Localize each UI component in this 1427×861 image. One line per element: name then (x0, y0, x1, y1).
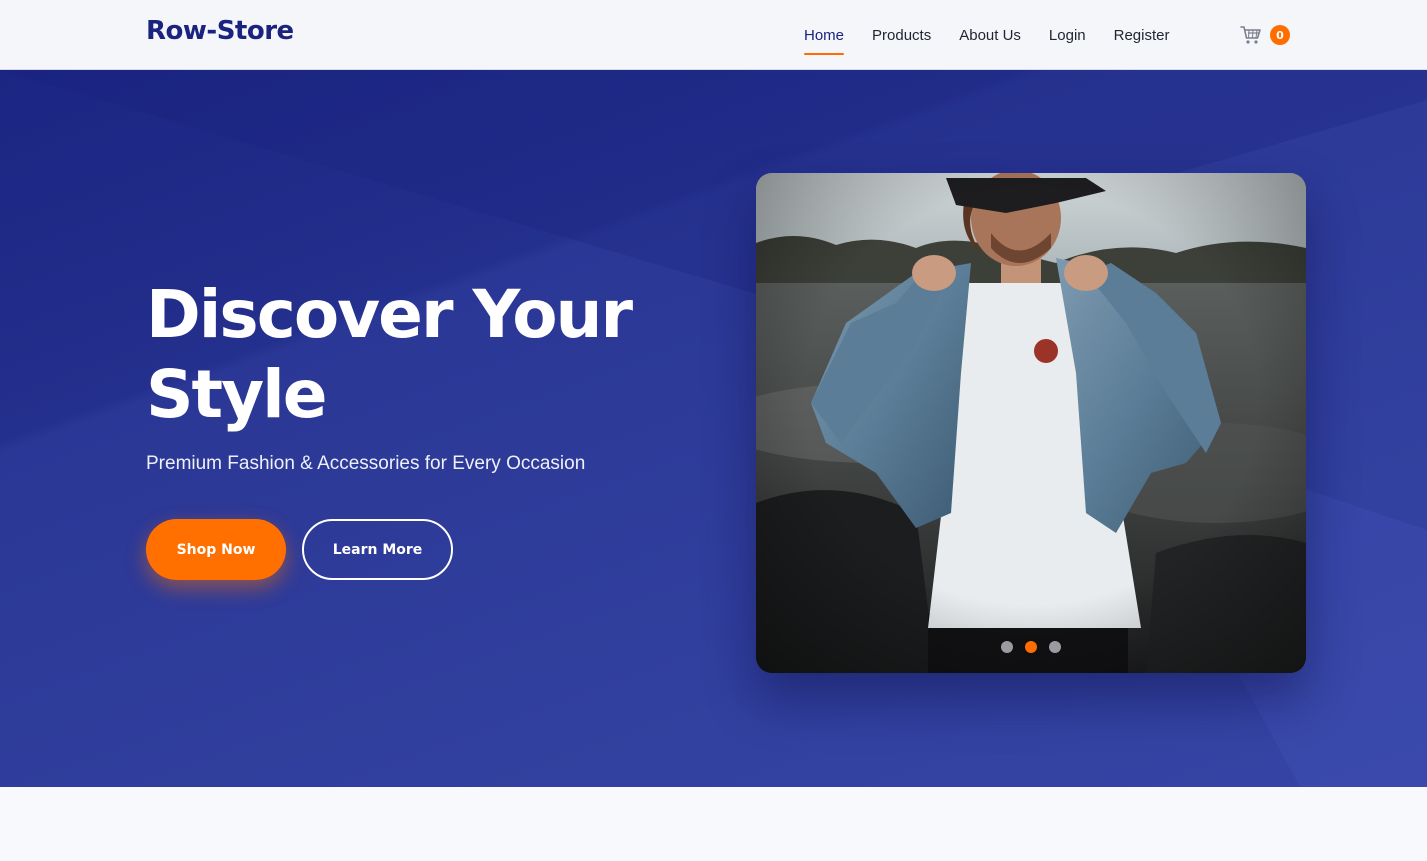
nav-link-register[interactable]: Register (1114, 21, 1170, 50)
carousel-indicators (756, 641, 1306, 653)
carousel-dot[interactable] (1001, 641, 1013, 653)
learn-more-button[interactable]: Learn More (302, 519, 453, 580)
nav-link-home[interactable]: Home (804, 21, 845, 55)
shop-now-button[interactable]: Shop Now (146, 519, 286, 580)
hero-title: Discover Your Style (146, 275, 706, 435)
cart-count-badge: 0 (1270, 25, 1290, 45)
carousel-dot[interactable] (1049, 641, 1061, 653)
carousel-dot-active[interactable] (1025, 641, 1037, 653)
hero-section: Discover Your Style Premium Fashion & Ac… (0, 70, 1427, 787)
hero-title-line-2: Style (146, 356, 327, 433)
hero-subtitle: Premium Fashion & Accessories for Every … (146, 453, 586, 474)
navbar: Row-Store Home Products About Us Login R… (0, 0, 1427, 70)
nav-link-about-us[interactable]: About Us (959, 21, 1021, 50)
brand-logo[interactable]: Row-Store (146, 16, 294, 46)
nav-links: Home Products About Us Login Register (790, 0, 1183, 70)
nav-link-login[interactable]: Login (1049, 21, 1086, 50)
cart-button[interactable]: 0 (1236, 20, 1296, 50)
nav-link-products[interactable]: Products (872, 21, 931, 50)
shopping-cart-icon (1240, 26, 1261, 44)
hero-slide-image (756, 173, 1306, 673)
content-section (0, 787, 1427, 861)
hero-title-line-1: Discover Your (146, 276, 633, 353)
hero-carousel[interactable] (756, 173, 1306, 673)
